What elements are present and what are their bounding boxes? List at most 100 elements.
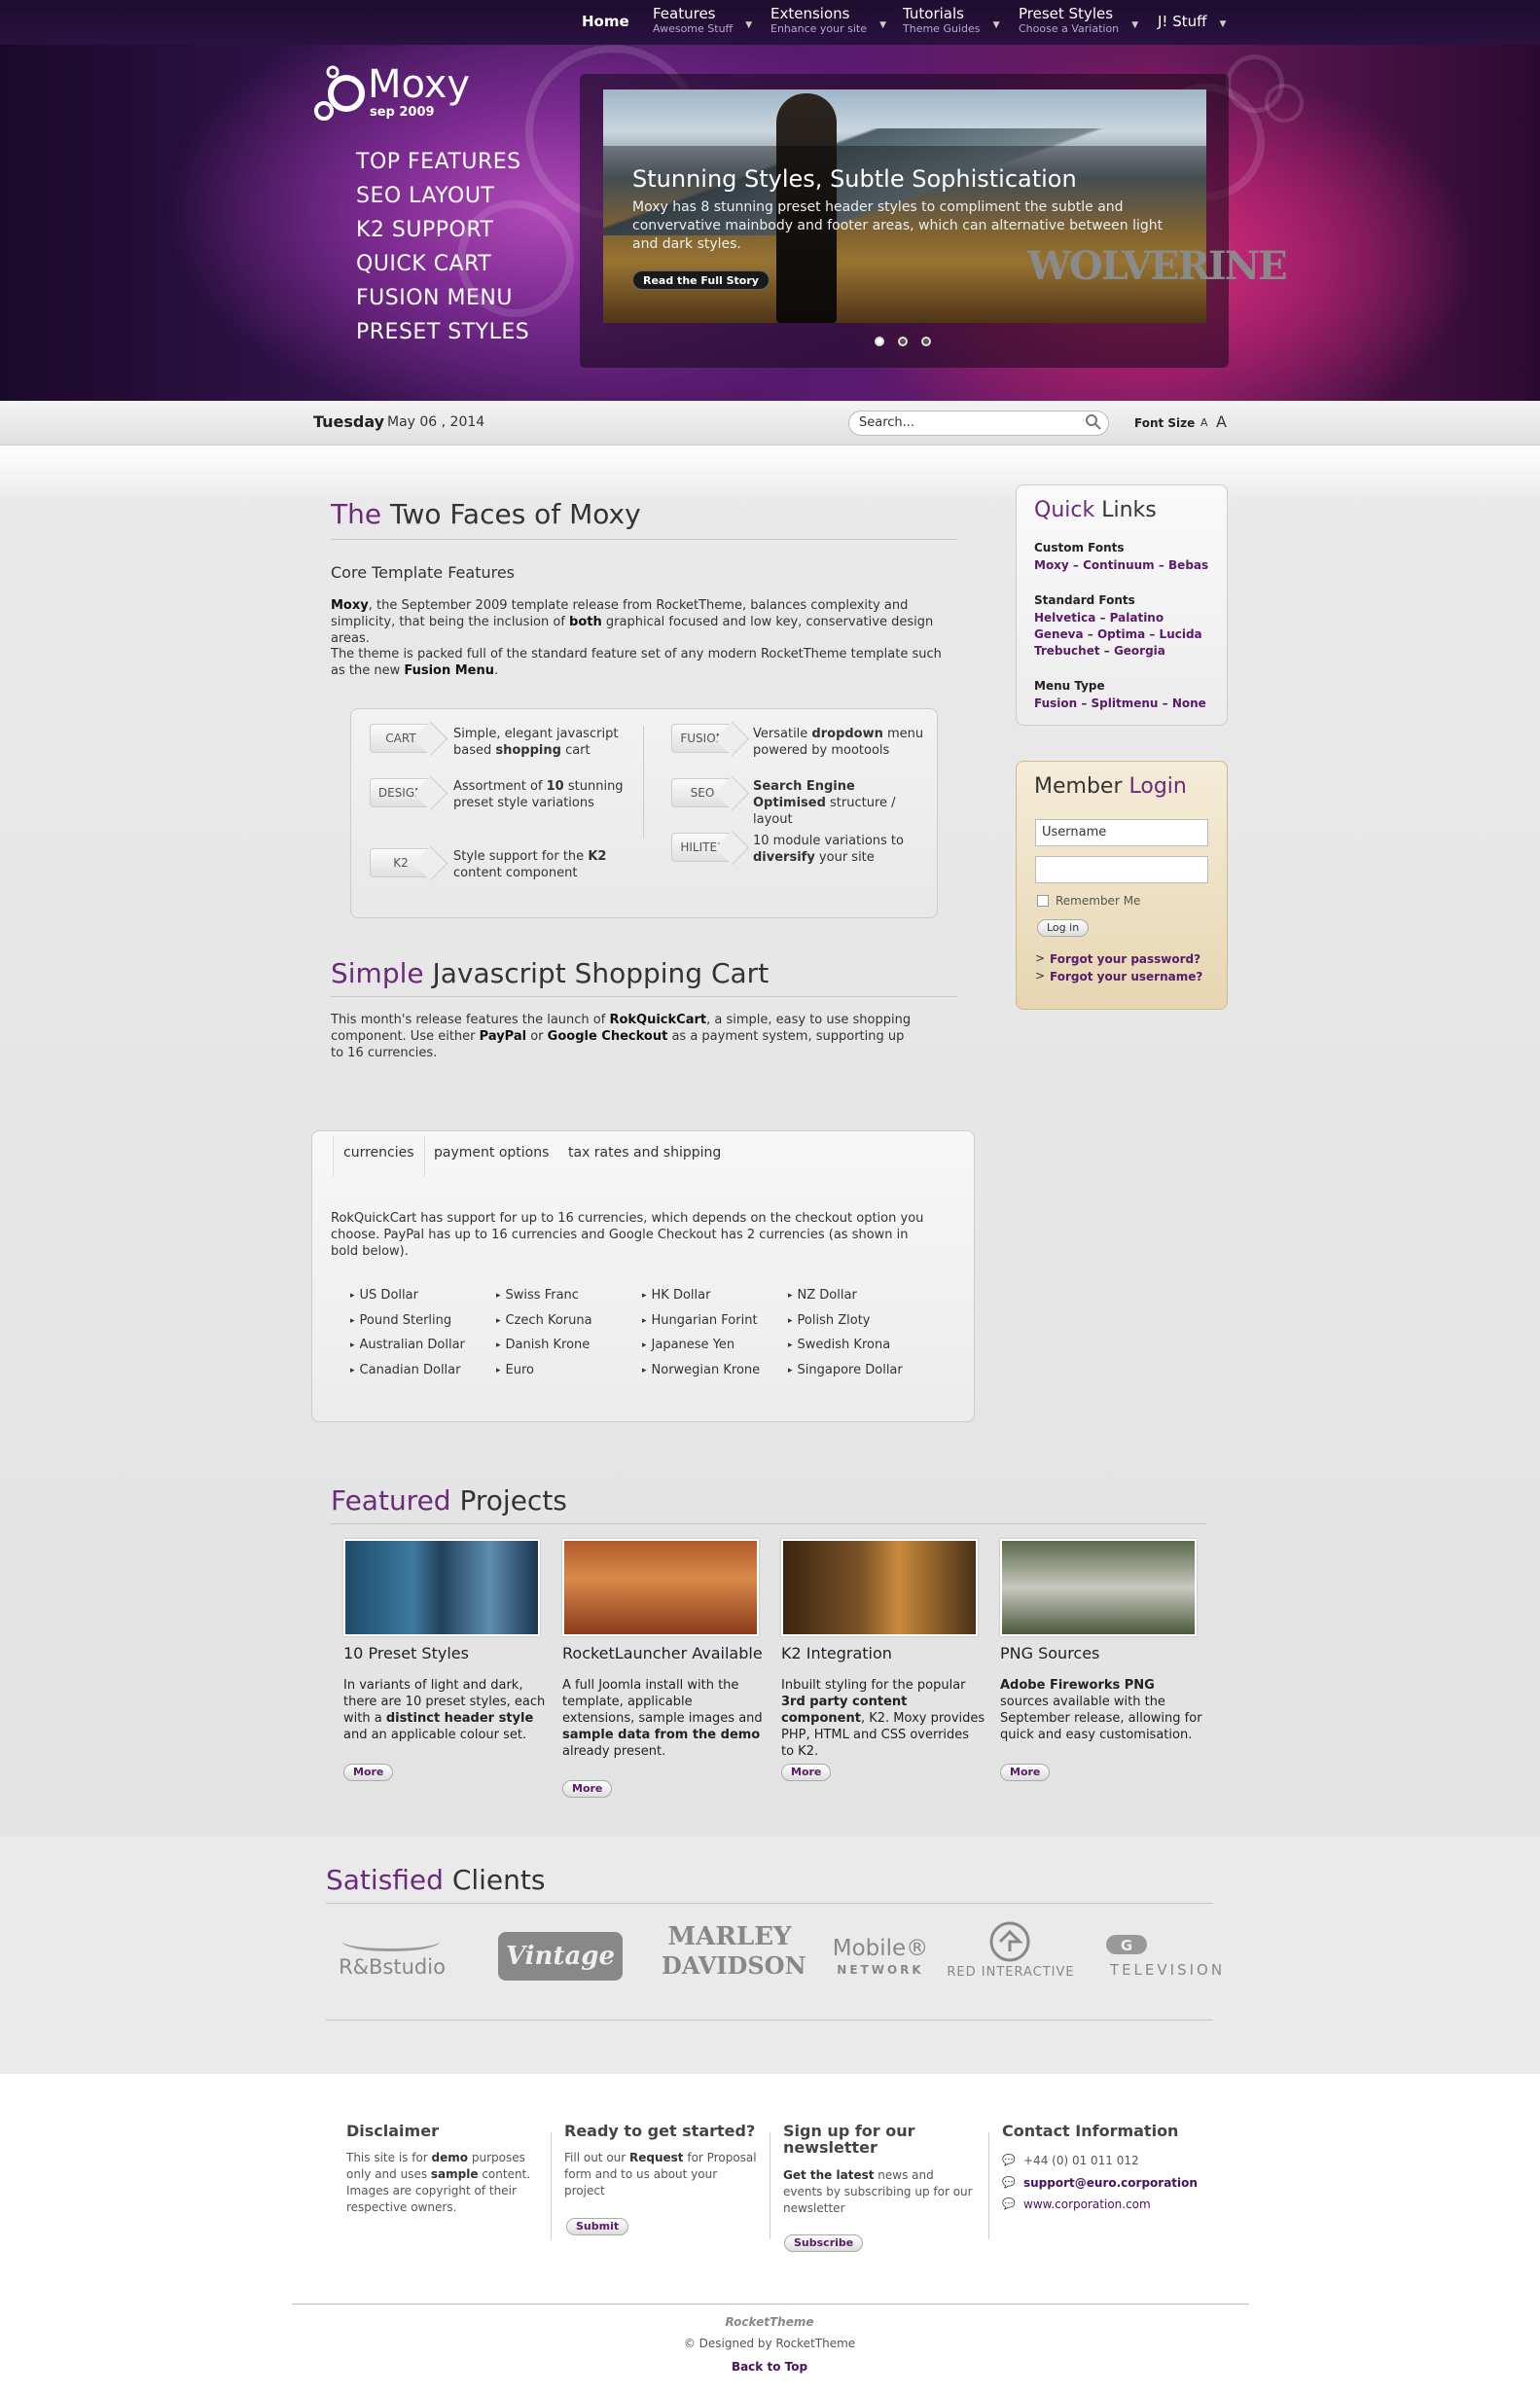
quick-link[interactable]: Fusion – Splitmenu – None	[1034, 696, 1206, 712]
feature-text: Assortment of 10 stunning preset style v…	[453, 778, 628, 811]
forgot-username-link[interactable]: Forgot your username?	[1050, 969, 1202, 985]
tab-content-text: RokQuickCart has support for up to 16 cu…	[331, 1211, 924, 1259]
currency-item: Australian Dollar	[350, 1338, 465, 1352]
header-feature-link[interactable]: FUSION MENU	[356, 286, 513, 310]
back-to-top-link[interactable]: Back to Top	[720, 2360, 819, 2374]
username-input[interactable]: Username	[1035, 819, 1208, 846]
bold-text: shopping	[495, 743, 561, 758]
project-title[interactable]: PNG Sources	[1000, 1644, 1099, 1662]
title-rest: Two Faces of Moxy	[381, 498, 641, 530]
divider	[326, 2019, 1213, 2020]
text: sources available with the September rel…	[1000, 1695, 1202, 1742]
client-logo-davidson: DAVIDSON	[662, 1951, 806, 1980]
project-title[interactable]: RocketLauncher Available	[562, 1644, 763, 1662]
feature-text: Simple, elegant javascript based shoppin…	[453, 726, 628, 759]
currency-item: Danish Krone	[496, 1338, 591, 1352]
svg-text:G: G	[1121, 1937, 1132, 1954]
nav-features[interactable]: Features Awesome Stuff ▼	[653, 6, 752, 36]
bold-text: Get the latest	[783, 2168, 875, 2182]
contact-email[interactable]: support@euro.corporation	[1023, 2175, 1198, 2192]
designed-by: © Designed by RocketTheme	[683, 2337, 856, 2350]
nav-j-stuff[interactable]: J! Stuff ▼	[1158, 14, 1226, 30]
logo-icon	[314, 65, 365, 121]
chevron-right-icon: >	[1035, 969, 1046, 983]
chevron-down-icon: ▼	[745, 20, 753, 30]
decorative-ring	[1265, 84, 1304, 123]
password-input[interactable]	[1035, 856, 1208, 883]
quick-link[interactable]: Moxy – Continuum – Bebas	[1034, 557, 1208, 574]
more-button[interactable]: More	[1000, 1764, 1051, 1781]
submit-button[interactable]: Submit	[566, 2218, 629, 2235]
quick-links-heading: Menu Type	[1034, 679, 1105, 693]
project-thumbnail[interactable]	[781, 1539, 978, 1636]
speech-bubble-icon: 💬	[1002, 2154, 1016, 2166]
nav-tutorials-label: Tutorials	[903, 5, 964, 22]
divider	[292, 2304, 1249, 2305]
slideshow-dot[interactable]	[921, 337, 931, 346]
header-feature-link[interactable]: K2 SUPPORT	[356, 218, 493, 242]
bold-text: distinct header style	[385, 1711, 534, 1726]
divider	[326, 1903, 1213, 1904]
header-feature-link[interactable]: PRESET STYLES	[356, 320, 529, 344]
title-rest: Links	[1094, 498, 1157, 522]
clients-title: Satisfied Clients	[326, 1864, 545, 1896]
text: your site	[814, 850, 875, 865]
quick-link[interactable]: Helvetica – Palatino	[1034, 610, 1164, 626]
text: Style support for the	[453, 849, 589, 864]
quick-link[interactable]: Trebuchet – Georgia	[1034, 643, 1165, 660]
bold-text: Fusion Menu	[404, 663, 495, 678]
nav-home[interactable]: Home	[582, 14, 629, 30]
slideshow-dot[interactable]	[875, 337, 884, 346]
speech-bubble-icon: 💬	[1002, 2197, 1016, 2210]
currency-item: Swedish Krona	[788, 1338, 891, 1352]
header-feature-link[interactable]: TOP FEATURES	[356, 150, 521, 174]
nav-extensions-sub: Enhance your site	[770, 22, 868, 35]
currency-item: HK Dollar	[642, 1288, 711, 1303]
more-button[interactable]: More	[781, 1764, 832, 1781]
font-size-decrease[interactable]: A	[1200, 416, 1208, 429]
slideshow-dot[interactable]	[898, 337, 908, 346]
text: Versatile	[753, 727, 812, 741]
tab-tax-rates[interactable]: tax rates and shipping	[558, 1136, 731, 1177]
bold-text: Request	[629, 2151, 684, 2164]
read-full-story-button[interactable]: Read the Full Story	[632, 270, 770, 290]
more-button[interactable]: More	[343, 1764, 394, 1781]
nav-tutorials[interactable]: Tutorials Theme Guides ▼	[903, 5, 999, 36]
bold-text: both	[569, 615, 602, 629]
footer-heading-newsletter: Sign up for our newsletter	[783, 2122, 915, 2157]
project-title[interactable]: K2 Integration	[781, 1644, 892, 1662]
remember-me-checkbox[interactable]	[1037, 895, 1049, 907]
nav-preset-styles[interactable]: Preset Styles Choose a Variation ▼	[1019, 6, 1138, 36]
feature-text: Versatile dropdown menu powered by mooto…	[753, 726, 928, 759]
tab-currencies[interactable]: currencies	[333, 1136, 425, 1177]
feature-text: 10 module variations to diversify your s…	[753, 833, 928, 866]
contact-website[interactable]: www.corporation.com	[1023, 2197, 1151, 2213]
nav-extensions[interactable]: Extensions Enhance your site ▼	[770, 6, 886, 36]
header-feature-link[interactable]: QUICK CART	[356, 252, 491, 276]
featured-projects-title: Featured Projects	[331, 1484, 567, 1517]
login-button[interactable]: Log in	[1037, 919, 1090, 937]
forgot-password-link[interactable]: Forgot your password?	[1050, 951, 1200, 968]
font-size-increase[interactable]: A	[1216, 412, 1227, 431]
project-title[interactable]: 10 Preset Styles	[343, 1644, 469, 1662]
logo-text[interactable]: Moxy	[368, 62, 470, 107]
tab-payment-options[interactable]: payment options	[424, 1136, 558, 1177]
divider	[331, 996, 957, 997]
project-thumbnail[interactable]	[343, 1539, 540, 1636]
project-thumbnail[interactable]	[562, 1539, 759, 1636]
more-button[interactable]: More	[562, 1780, 613, 1798]
subscribe-button[interactable]: Subscribe	[784, 2234, 864, 2252]
text: and an applicable colour set.	[343, 1728, 527, 1742]
project-description: In variants of light and dark, there are…	[343, 1677, 548, 1743]
quick-link[interactable]: Geneva – Optima – Lucida	[1034, 626, 1202, 643]
speech-bubble-icon: 💬	[1002, 2176, 1016, 2189]
client-logo-marley: MARLEY	[667, 1922, 792, 1951]
header-feature-link[interactable]: SEO LAYOUT	[356, 184, 494, 208]
client-logo-mobile: Mobile®	[832, 1936, 929, 1961]
text: already present.	[562, 1744, 666, 1759]
title-colored: Quick	[1034, 498, 1095, 522]
search-icon[interactable]	[1084, 412, 1103, 432]
currency-item: NZ Dollar	[788, 1288, 857, 1303]
project-thumbnail[interactable]	[1000, 1539, 1197, 1636]
search-input[interactable]: Search...	[848, 411, 1109, 436]
